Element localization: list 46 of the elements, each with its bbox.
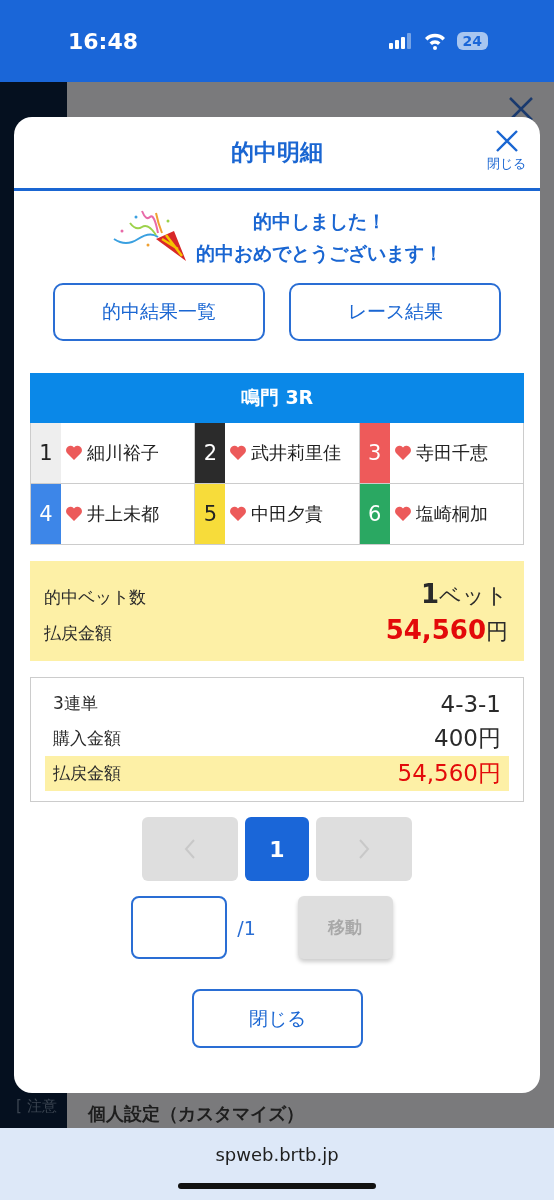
boat-number: 1 [31, 423, 61, 483]
boat-number: 5 [195, 484, 226, 544]
detail-label: 購入金額 [53, 727, 121, 750]
bet-count-label: 的中ベット数 [44, 586, 146, 609]
boat-number: 2 [195, 423, 226, 483]
race-header: 鳴門 3R [30, 373, 524, 423]
detail-label: 払戻金額 [53, 762, 121, 785]
page-total: /1 [237, 916, 256, 939]
payout-label: 払戻金額 [44, 622, 112, 645]
url-text[interactable]: spweb.brtb.jp [215, 1144, 339, 1165]
settings-heading: 個人設定（カスタマイズ） [88, 1102, 304, 1126]
close-icon[interactable] [508, 96, 534, 122]
clock-time: 16:48 [68, 28, 139, 54]
racer-name: 中田夕貴 [251, 502, 324, 526]
close-icon[interactable] [494, 129, 519, 153]
congratulation-message: 的中おめでとうございます！ [195, 241, 443, 266]
outline-button[interactable]: 的中結果一覧 [53, 283, 265, 341]
outline-button[interactable]: レース結果 [289, 283, 501, 341]
detail-value: 4-3-1 [440, 690, 501, 717]
close-button[interactable]: 閉じる [191, 989, 363, 1048]
racer-name: 井上未都 [87, 502, 159, 526]
racer-name: 細川裕子 [87, 441, 159, 465]
boat-number: 3 [359, 423, 390, 483]
detail-value: 54,560円 [397, 759, 501, 788]
boat-number: 6 [359, 484, 390, 544]
congratulation-message: 的中しました！ [252, 209, 386, 234]
heart-icon[interactable] [229, 506, 248, 522]
page-button[interactable]: 1 [245, 817, 309, 881]
bet-count: 1ベット [420, 579, 508, 611]
heart-icon[interactable] [393, 506, 412, 522]
detail-value: 400円 [434, 724, 501, 753]
page-input-field[interactable] [131, 896, 228, 959]
payout-amount: 54,560円 [385, 615, 508, 647]
dialog-title: 的中明細 [231, 138, 323, 167]
racer-name: 寺田千恵 [415, 441, 488, 465]
detail-label: 3連単 [53, 692, 98, 715]
heart-icon[interactable] [65, 506, 83, 522]
boat-number: 4 [31, 484, 61, 544]
close-button[interactable]: 閉じる [487, 129, 526, 173]
racer-name: 塩崎桐加 [415, 502, 488, 526]
heart-icon[interactable] [65, 445, 83, 461]
racer-name: 武井莉里佳 [251, 441, 342, 465]
heart-icon[interactable] [393, 445, 412, 461]
signal-icon [388, 33, 413, 49]
battery-indicator: 24 [456, 32, 488, 50]
heart-icon[interactable] [229, 445, 248, 461]
